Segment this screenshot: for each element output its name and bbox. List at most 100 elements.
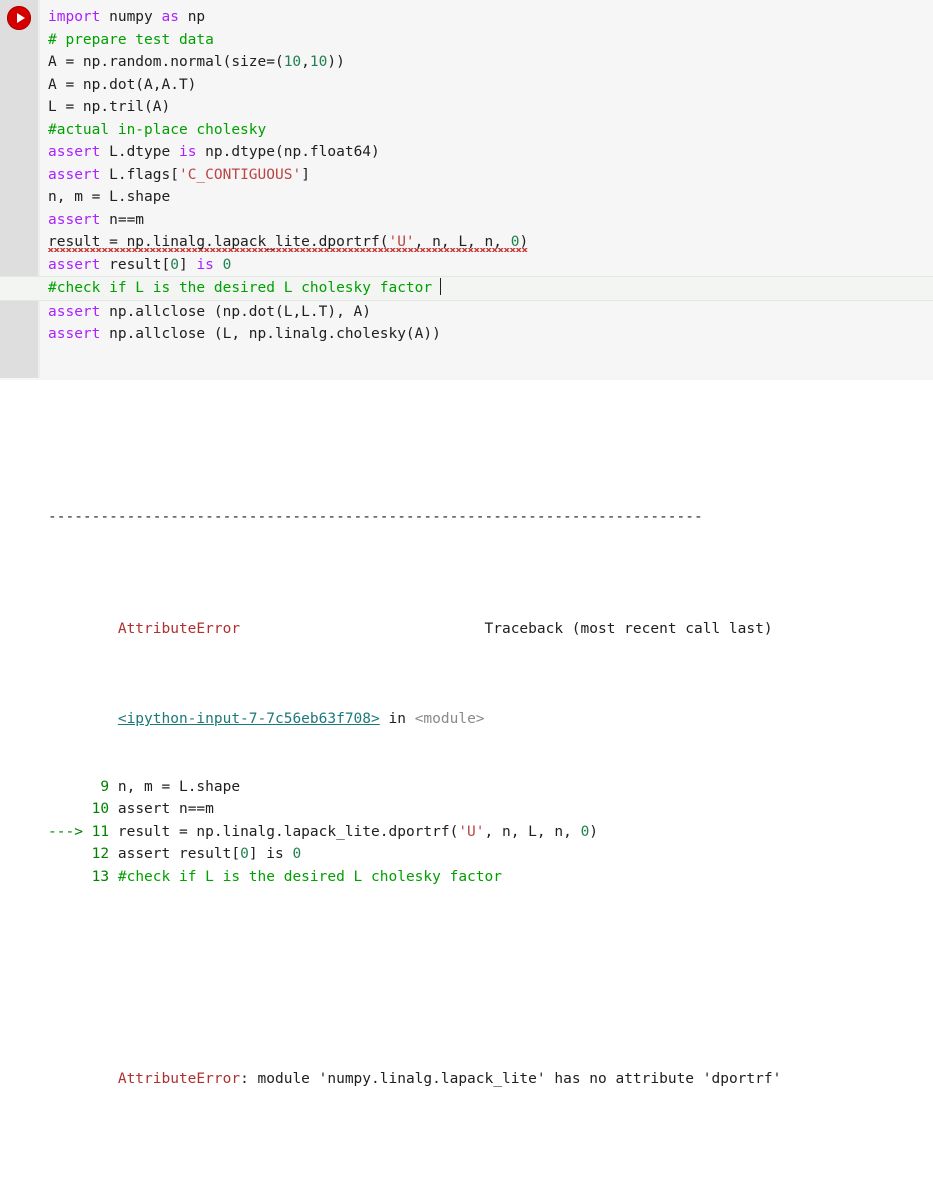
code-token: assert bbox=[48, 144, 101, 160]
code-line[interactable]: A = np.random.normal(size=(10,10)) bbox=[48, 51, 933, 74]
traceback-blank-line bbox=[48, 956, 933, 979]
code-token: as bbox=[161, 9, 179, 25]
traceback-arrow bbox=[48, 779, 92, 795]
error-type-label: AttributeError bbox=[117, 621, 241, 637]
code-line[interactable]: assert n==m bbox=[48, 209, 933, 232]
cell-gutter bbox=[0, 0, 38, 378]
code-token: assert bbox=[48, 211, 101, 228]
code-token: 10 bbox=[283, 54, 302, 70]
code-line[interactable]: # prepare test data bbox=[48, 29, 933, 52]
code-token: result = np.linalg.lapack_lite.dportrf( bbox=[48, 234, 389, 250]
frame-in-word: in bbox=[388, 711, 406, 727]
code-token: # prepare test data bbox=[48, 31, 214, 48]
code-token: assert bbox=[48, 256, 101, 273]
cell-gutter-edge bbox=[38, 0, 40, 378]
code-token: 0 bbox=[222, 256, 232, 273]
code-token: n==m bbox=[100, 211, 145, 228]
code-token: ] bbox=[178, 256, 197, 273]
traceback-source-line: 12 assert result[0] is 0 bbox=[48, 843, 933, 866]
traceback-token: assert n==m bbox=[117, 801, 214, 817]
code-token: assert bbox=[48, 303, 101, 320]
code-line[interactable]: assert L.flags['C_CONTIGUOUS'] bbox=[48, 164, 933, 187]
code-token: #actual in-place cholesky bbox=[48, 121, 267, 138]
code-line[interactable]: assert np.allclose (L, np.linalg.cholesk… bbox=[48, 323, 933, 346]
traceback-note: Traceback (most recent call last) bbox=[484, 621, 773, 637]
code-token: 'C_CONTIGUOUS' bbox=[178, 166, 302, 183]
traceback-source-line: 13 #check if L is the desired L cholesky… bbox=[48, 866, 933, 889]
code-line[interactable]: A = np.dot(A,A.T) bbox=[48, 74, 933, 97]
traceback-source-line: 10 assert n==m bbox=[48, 798, 933, 821]
text-cursor bbox=[440, 278, 442, 295]
traceback-token: result = np.linalg.lapack_lite.dportrf( bbox=[117, 823, 459, 840]
code-line[interactable]: result = np.linalg.lapack_lite.dportrf('… bbox=[48, 231, 933, 254]
traceback-token: ] is bbox=[248, 846, 293, 862]
play-icon bbox=[16, 13, 25, 23]
code-line[interactable]: L = np.tril(A) bbox=[48, 96, 933, 119]
header-spacer bbox=[240, 621, 484, 637]
code-token: is bbox=[196, 256, 214, 273]
traceback-token: ) bbox=[589, 823, 599, 840]
traceback-frame-line: <ipython-input-7-7c56eb63f708> in <modul… bbox=[48, 686, 933, 727]
traceback-token: 0 bbox=[240, 846, 249, 862]
traceback-line-number: 13 bbox=[91, 868, 118, 885]
code-token: , bbox=[301, 54, 310, 70]
code-token: np.allclose (L, np.linalg.cholesky(A)) bbox=[100, 326, 441, 342]
code-token: A = np.random.normal(size=( bbox=[48, 54, 284, 70]
traceback-separator: ----------------------------------------… bbox=[48, 508, 703, 525]
traceback-final-message: AttributeError: module 'numpy.linalg.lap… bbox=[48, 1046, 933, 1087]
code-line[interactable]: #check if L is the desired L cholesky fa… bbox=[0, 276, 933, 301]
code-token: 'U' bbox=[388, 234, 415, 250]
code-line[interactable]: assert L.dtype is np.dtype(np.float64) bbox=[48, 141, 933, 164]
run-cell-button[interactable] bbox=[7, 6, 31, 30]
traceback-token: 'U' bbox=[458, 823, 485, 840]
code-line[interactable]: #actual in-place cholesky bbox=[48, 119, 933, 142]
code-token: L.dtype bbox=[100, 144, 179, 160]
code-token: assert bbox=[48, 326, 101, 342]
code-token: L.flags[ bbox=[100, 166, 179, 183]
code-token: ] bbox=[301, 166, 310, 183]
code-token: np bbox=[178, 9, 206, 25]
frame-in-word-wrap: in bbox=[380, 711, 415, 727]
code-token: import bbox=[48, 9, 101, 25]
code-token: numpy bbox=[100, 9, 162, 25]
final-error-name: AttributeError bbox=[117, 1071, 241, 1087]
code-token: assert bbox=[48, 166, 101, 183]
final-rest-pre: : module bbox=[240, 1071, 319, 1087]
spellcheck-squiggle: result = np.linalg.lapack_lite.dportrf('… bbox=[48, 234, 529, 252]
traceback-source-line: 9 n, m = L.shape bbox=[48, 776, 933, 799]
notebook-cell-view: import numpy as np # prepare test data A =… bbox=[0, 0, 933, 1181]
code-token: 0 bbox=[170, 256, 179, 273]
traceback-line-number: 10 bbox=[91, 801, 118, 817]
traceback-arrow bbox=[48, 846, 92, 862]
cell-output-traceback: ----------------------------------------… bbox=[0, 380, 933, 1181]
code-token: #check if L is the desired L cholesky fa… bbox=[48, 280, 433, 296]
code-line[interactable]: import numpy as np bbox=[48, 6, 933, 29]
traceback-arrow bbox=[48, 869, 92, 885]
traceback-token: n, m = L.shape bbox=[117, 778, 241, 795]
traceback-token: assert result[ bbox=[117, 846, 241, 862]
traceback-source-line: ---> 11 result = np.linalg.lapack_lite.d… bbox=[48, 821, 933, 844]
traceback-token: , n, L, n, bbox=[484, 823, 581, 840]
final-rest-mid: has no attribute bbox=[545, 1071, 703, 1087]
code-editor-area[interactable]: import numpy as np # prepare test data A =… bbox=[0, 6, 933, 346]
traceback-line-number: 12 bbox=[91, 846, 118, 862]
code-input-cell[interactable]: import numpy as np # prepare test data A =… bbox=[0, 0, 933, 380]
traceback-token: 0 bbox=[292, 846, 302, 862]
code-token: L = np.tril(A) bbox=[48, 99, 171, 115]
traceback-token: #check if L is the desired L cholesky fa… bbox=[117, 868, 502, 885]
frame-scope: <module> bbox=[414, 711, 485, 727]
traceback-line-number: 9 bbox=[91, 778, 118, 795]
traceback-source-lines: 9 n, m = L.shape 10 assert n==m ---> 11 r… bbox=[48, 776, 933, 889]
traceback-token: 0 bbox=[580, 823, 590, 840]
traceback-line-number: 11 bbox=[91, 823, 118, 840]
traceback-file-link[interactable]: <ipython-input-7-7c56eb63f708> bbox=[118, 711, 380, 727]
code-token: ) bbox=[519, 234, 529, 250]
final-attribute-name: 'dportrf' bbox=[702, 1071, 782, 1087]
code-line[interactable]: assert np.allclose (np.dot(L,L.T), A) bbox=[48, 301, 933, 324]
code-token: n, m = L.shape bbox=[48, 189, 171, 205]
code-token: np.allclose (np.dot(L,L.T), A) bbox=[100, 303, 372, 320]
traceback-arrow bbox=[48, 801, 92, 817]
code-line[interactable]: n, m = L.shape bbox=[48, 186, 933, 209]
code-line[interactable]: assert result[0] is 0 bbox=[48, 254, 933, 277]
